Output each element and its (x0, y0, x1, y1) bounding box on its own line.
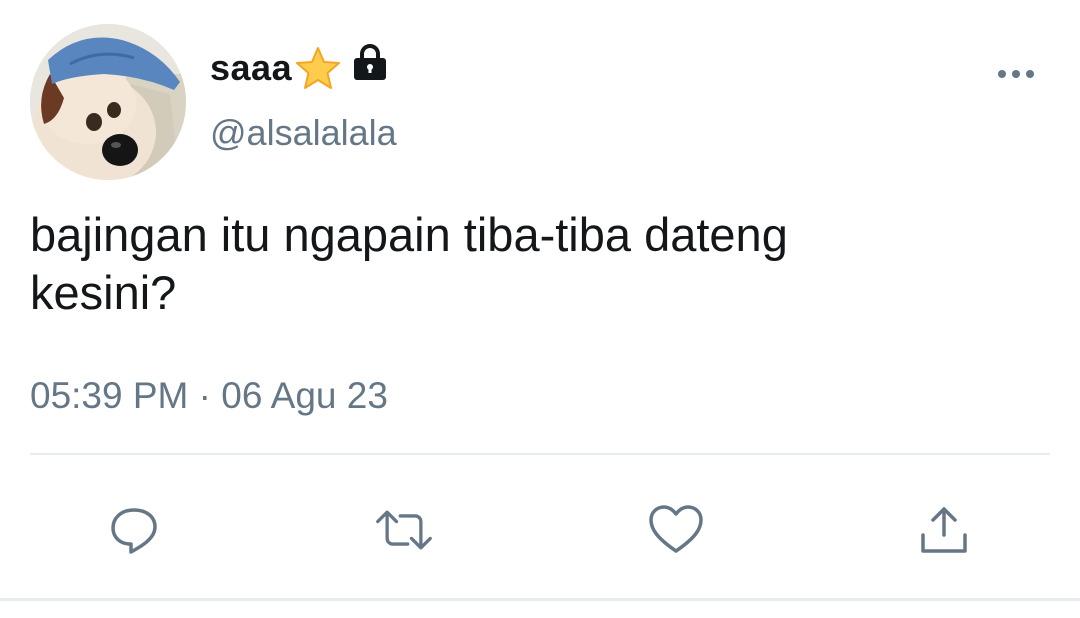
tweet-date[interactable]: 06 Agu 23 (221, 375, 388, 416)
share-button[interactable] (914, 500, 974, 560)
author-handle[interactable]: @alsalalala (210, 110, 397, 156)
tweet-text: bajingan itu ngapain tiba-tiba dateng ke… (30, 208, 788, 319)
avatar-image (30, 24, 186, 180)
author-name-row: saaa (210, 42, 390, 94)
retweet-icon (376, 510, 432, 550)
comment-icon (111, 508, 157, 554)
tweet-timestamp: 05:39 PM · 06 Agu 23 (30, 372, 388, 420)
star-emoji-icon (294, 46, 342, 95)
divider (30, 453, 1050, 455)
avatar[interactable] (30, 24, 186, 180)
heart-icon (649, 505, 703, 553)
author-display-name[interactable]: saaa (210, 42, 292, 94)
retweet-button[interactable] (374, 500, 434, 560)
like-button[interactable] (646, 500, 706, 560)
more-horizontal-icon[interactable] (996, 64, 1036, 84)
share-upload-icon (921, 507, 967, 553)
divider (0, 598, 1080, 601)
lock-icon (350, 43, 390, 87)
tweet-time[interactable]: 05:39 PM (30, 375, 188, 416)
reply-button[interactable] (104, 500, 164, 560)
timestamp-separator: · (198, 375, 211, 416)
tweet-actions-bar (0, 500, 1080, 560)
